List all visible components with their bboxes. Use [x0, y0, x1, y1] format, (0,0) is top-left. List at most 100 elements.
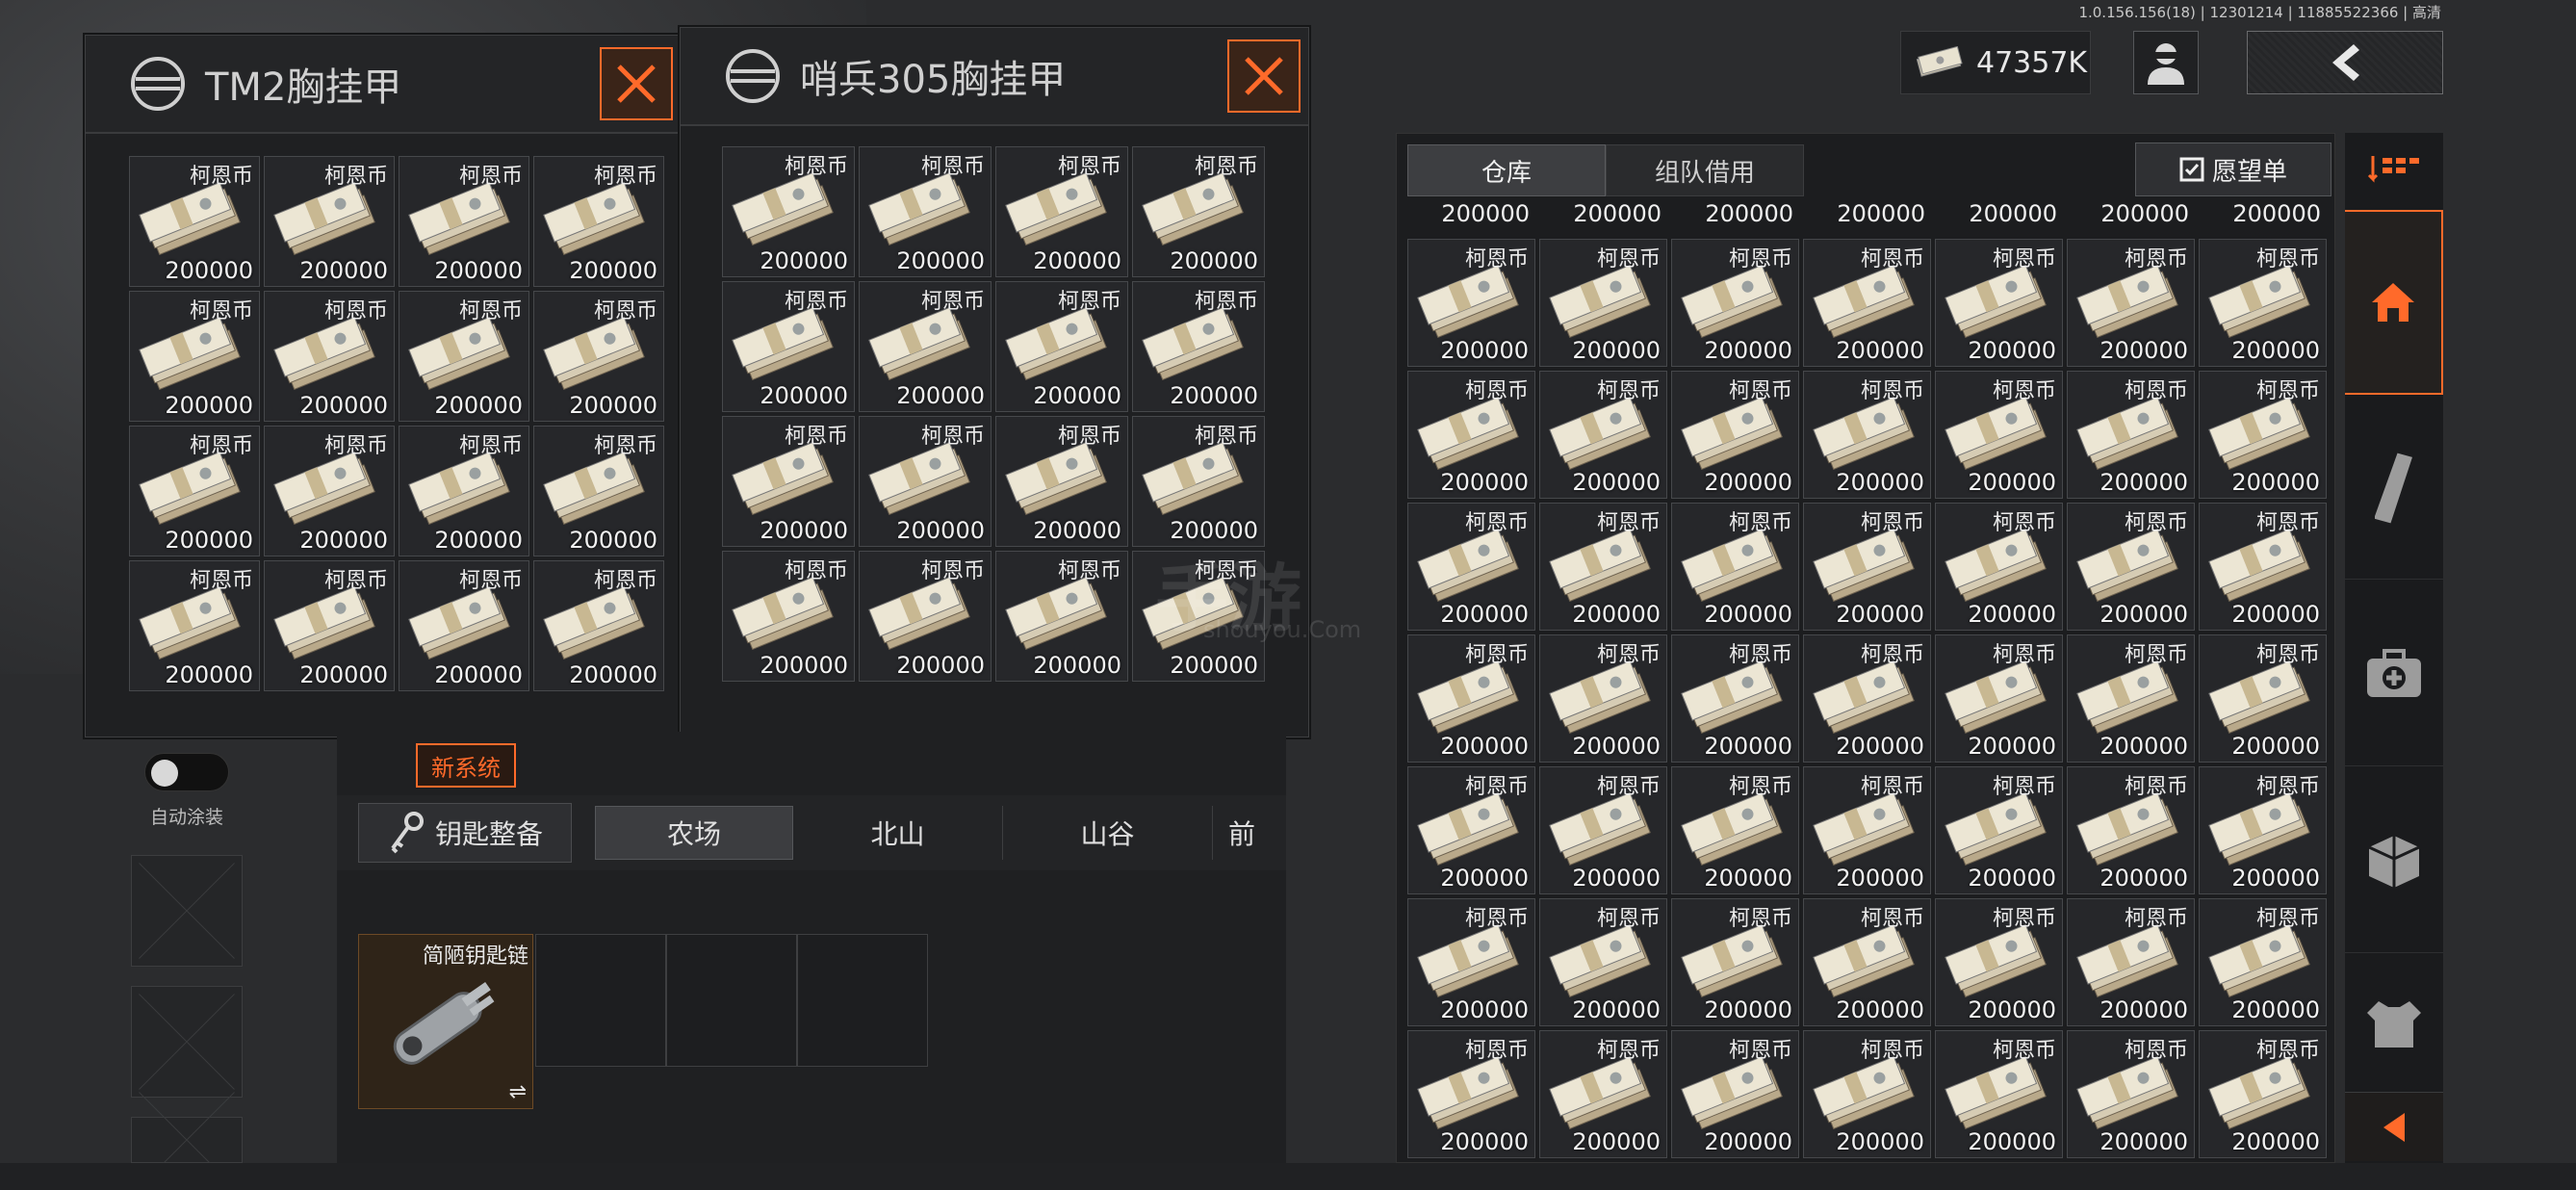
- collapse-button[interactable]: [2345, 1092, 2443, 1161]
- nav-home[interactable]: [2345, 210, 2443, 395]
- inventory-cell-kohn-coin[interactable]: 柯恩币 200000: [1132, 281, 1265, 412]
- inventory-cell-kohn-coin[interactable]: 柯恩币 200000: [399, 291, 529, 422]
- inventory-cell-kohn-coin[interactable]: 柯恩币 200000: [1803, 898, 1931, 1026]
- inventory-cell-kohn-coin[interactable]: 柯恩币 200000: [2067, 634, 2195, 763]
- inventory-cell-kohn-coin[interactable]: 柯恩币 200000: [1935, 503, 2063, 631]
- nav-medical[interactable]: [2345, 583, 2443, 766]
- inventory-cell-kohn-coin[interactable]: 柯恩币 200000: [1407, 239, 1535, 367]
- auto-paint-toggle[interactable]: [144, 753, 229, 791]
- sort-button[interactable]: [2345, 142, 2443, 194]
- nav-containers[interactable]: [2345, 770, 2443, 953]
- inventory-cell-kohn-coin[interactable]: 柯恩币 200000: [1407, 634, 1535, 763]
- inventory-cell-kohn-coin[interactable]: 柯恩币 200000: [1935, 371, 2063, 499]
- inventory-cell-kohn-coin[interactable]: 柯恩币 200000: [2199, 898, 2327, 1026]
- inventory-cell-kohn-coin[interactable]: 柯恩币 200000: [1803, 1030, 1931, 1158]
- inventory-cell-kohn-coin[interactable]: 柯恩币 200000: [1539, 239, 1667, 367]
- inventory-cell-kohn-coin[interactable]: 柯恩币 200000: [1671, 503, 1799, 631]
- inventory-cell-kohn-coin[interactable]: 柯恩币 200000: [399, 156, 529, 287]
- inventory-cell-kohn-coin[interactable]: 柯恩币 200000: [1803, 239, 1931, 367]
- inventory-cell-kohn-coin[interactable]: 柯恩币 200000: [2199, 766, 2327, 894]
- inventory-cell-kohn-coin[interactable]: 柯恩币 200000: [129, 156, 260, 287]
- close-rig-button[interactable]: [600, 47, 673, 120]
- inventory-cell-kohn-coin[interactable]: 柯恩币 200000: [1671, 898, 1799, 1026]
- inventory-cell-kohn-coin[interactable]: 柯恩币 200000: [399, 560, 529, 691]
- inventory-cell-kohn-coin[interactable]: 柯恩币 200000: [1132, 416, 1265, 547]
- side-slot[interactable]: [131, 1117, 243, 1163]
- inventory-cell-kohn-coin[interactable]: 柯恩币 200000: [533, 426, 664, 556]
- profile-button[interactable]: [2133, 31, 2199, 94]
- tab-more[interactable]: 前: [1213, 806, 1271, 860]
- inventory-cell-kohn-coin[interactable]: 柯恩币 200000: [129, 426, 260, 556]
- inventory-cell-kohn-coin[interactable]: 柯恩币 200000: [995, 551, 1128, 682]
- inventory-cell-kohn-coin[interactable]: 柯恩币 200000: [533, 291, 664, 422]
- key-slot-empty[interactable]: [666, 934, 797, 1067]
- key-prep-button[interactable]: 钥匙整备: [358, 803, 572, 863]
- inventory-cell-kohn-coin[interactable]: 柯恩币 200000: [1803, 503, 1931, 631]
- tab-valley[interactable]: 山谷: [1003, 806, 1213, 860]
- inventory-cell-kohn-coin[interactable]: 柯恩币 200000: [2199, 371, 2327, 499]
- inventory-cell-kohn-coin[interactable]: 柯恩币 200000: [129, 291, 260, 422]
- inventory-cell-kohn-coin[interactable]: 柯恩币 200000: [2067, 371, 2195, 499]
- side-slot[interactable]: [131, 855, 243, 967]
- inventory-cell-kohn-coin[interactable]: 柯恩币 200000: [1671, 634, 1799, 763]
- inventory-cell-kohn-coin[interactable]: 柯恩币 200000: [859, 416, 992, 547]
- inventory-cell-kohn-coin[interactable]: 柯恩币 200000: [264, 291, 395, 422]
- close-rig-button[interactable]: [1227, 39, 1301, 113]
- tab-storage[interactable]: 仓库: [1407, 144, 1606, 196]
- inventory-cell-kohn-coin[interactable]: 柯恩币 200000: [2067, 503, 2195, 631]
- inventory-cell-kohn-coin[interactable]: 柯恩币 200000: [1539, 634, 1667, 763]
- inventory-cell-kohn-coin[interactable]: 柯恩币 200000: [2199, 634, 2327, 763]
- inventory-cell-kohn-coin[interactable]: 柯恩币 200000: [1935, 239, 2063, 367]
- key-slot-empty[interactable]: [535, 934, 666, 1067]
- inventory-cell-kohn-coin[interactable]: 柯恩币 200000: [2067, 898, 2195, 1026]
- inventory-cell-kohn-coin[interactable]: 柯恩币 200000: [264, 426, 395, 556]
- tab-team-borrow[interactable]: 组队借用: [1606, 144, 1804, 196]
- inventory-cell-kohn-coin[interactable]: 柯恩币 200000: [1935, 634, 2063, 763]
- inventory-cell-kohn-coin[interactable]: 柯恩币 200000: [722, 146, 855, 277]
- inventory-cell-kohn-coin[interactable]: 柯恩币 200000: [399, 426, 529, 556]
- inventory-cell-kohn-coin[interactable]: 柯恩币 200000: [2067, 1030, 2195, 1158]
- nav-ammo[interactable]: [2345, 397, 2443, 580]
- inventory-cell-kohn-coin[interactable]: 柯恩币 200000: [533, 560, 664, 691]
- inventory-cell-kohn-coin[interactable]: 柯恩币 200000: [995, 146, 1128, 277]
- inventory-cell-kohn-coin[interactable]: 柯恩币 200000: [1539, 1030, 1667, 1158]
- inventory-cell-kohn-coin[interactable]: 柯恩币 200000: [1539, 371, 1667, 499]
- inventory-cell-kohn-coin[interactable]: 柯恩币 200000: [264, 156, 395, 287]
- inventory-cell-kohn-coin[interactable]: 柯恩币 200000: [1671, 766, 1799, 894]
- inventory-cell-kohn-coin[interactable]: 柯恩币 200000: [129, 560, 260, 691]
- inventory-cell-kohn-coin[interactable]: 柯恩币 200000: [2199, 1030, 2327, 1158]
- side-slot[interactable]: [131, 986, 243, 1098]
- inventory-cell-kohn-coin[interactable]: 柯恩币 200000: [1671, 1030, 1799, 1158]
- inventory-cell-kohn-coin[interactable]: 柯恩币 200000: [2199, 503, 2327, 631]
- swap-icon[interactable]: ⇌: [509, 1080, 527, 1104]
- inventory-cell-kohn-coin[interactable]: 柯恩币 200000: [533, 156, 664, 287]
- inventory-cell-kohn-coin[interactable]: 柯恩币 200000: [1803, 634, 1931, 763]
- tab-north-mountain[interactable]: 北山: [793, 806, 1003, 860]
- key-slot-empty[interactable]: [797, 934, 928, 1067]
- inventory-cell-kohn-coin[interactable]: 柯恩币 200000: [1671, 371, 1799, 499]
- inventory-cell-kohn-coin[interactable]: 柯恩币 200000: [1407, 898, 1535, 1026]
- inventory-cell-kohn-coin[interactable]: 柯恩币 200000: [722, 281, 855, 412]
- inventory-cell-kohn-coin[interactable]: 柯恩币 200000: [995, 281, 1128, 412]
- inventory-cell-kohn-coin[interactable]: 柯恩币 200000: [1803, 766, 1931, 894]
- inventory-cell-kohn-coin[interactable]: 柯恩币 200000: [859, 146, 992, 277]
- inventory-cell-kohn-coin[interactable]: 柯恩币 200000: [1132, 146, 1265, 277]
- wishlist-button[interactable]: 愿望单: [2135, 142, 2331, 196]
- back-button[interactable]: [2247, 31, 2443, 94]
- inventory-cell-kohn-coin[interactable]: 柯恩币 200000: [859, 551, 992, 682]
- inventory-cell-kohn-coin[interactable]: 柯恩币 200000: [1935, 898, 2063, 1026]
- inventory-cell-kohn-coin[interactable]: 柯恩币 200000: [1935, 1030, 2063, 1158]
- inventory-cell-kohn-coin[interactable]: 柯恩币 200000: [1407, 1030, 1535, 1158]
- inventory-cell-kohn-coin[interactable]: 柯恩币 200000: [1407, 503, 1535, 631]
- inventory-cell-kohn-coin[interactable]: 柯恩币 200000: [2067, 239, 2195, 367]
- nav-gear[interactable]: [2345, 957, 2443, 1092]
- inventory-cell-kohn-coin[interactable]: 柯恩币 200000: [1407, 371, 1535, 499]
- inventory-cell-kohn-coin[interactable]: 柯恩币 200000: [995, 416, 1128, 547]
- inventory-cell-kohn-coin[interactable]: 柯恩币 200000: [859, 281, 992, 412]
- keychain-slot[interactable]: 简陋钥匙链 ⇌: [358, 934, 533, 1109]
- inventory-cell-kohn-coin[interactable]: 柯恩币 200000: [264, 560, 395, 691]
- inventory-cell-kohn-coin[interactable]: 柯恩币 200000: [1539, 898, 1667, 1026]
- inventory-cell-kohn-coin[interactable]: 柯恩币 200000: [1935, 766, 2063, 894]
- inventory-cell-kohn-coin[interactable]: 柯恩币 200000: [2199, 239, 2327, 367]
- inventory-cell-kohn-coin[interactable]: 柯恩币 200000: [1407, 766, 1535, 894]
